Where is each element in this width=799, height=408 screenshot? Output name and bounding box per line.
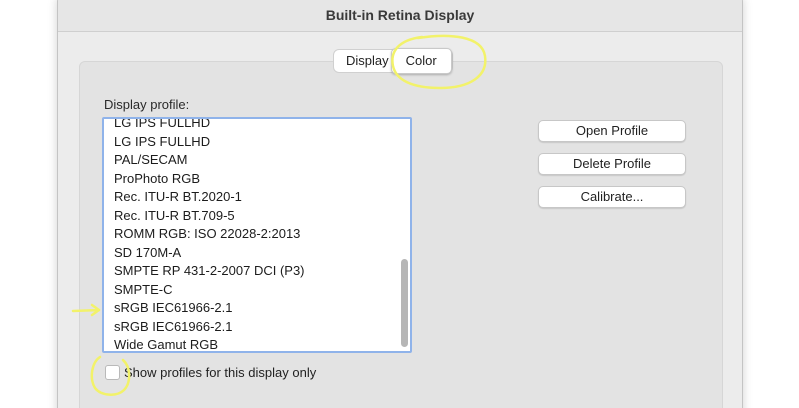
open-profile-button[interactable]: Open Profile <box>538 120 686 142</box>
list-item[interactable]: SMPTE-C <box>104 281 394 300</box>
list-item[interactable]: LG IPS FULLHD <box>104 119 394 133</box>
display-only-checkbox[interactable] <box>105 365 120 380</box>
list-item[interactable]: SD 170M-A <box>104 244 394 263</box>
list-item[interactable]: ProPhoto RGB <box>104 170 394 189</box>
tab-display[interactable]: Display <box>334 50 391 72</box>
screenshot-page: Built-in Retina Display Display Color Di… <box>0 0 799 408</box>
list-item[interactable]: SMPTE RP 431-2-2007 DCI (P3) <box>104 262 394 281</box>
list-scrollbar[interactable] <box>401 259 408 347</box>
tab-color[interactable]: Color <box>390 48 452 74</box>
display-profile-list[interactable]: LG IPS FULLHD LG IPS FULLHD PAL/SECAM Pr… <box>102 117 412 353</box>
list-item[interactable]: Rec. ITU-R BT.709-5 <box>104 207 394 226</box>
tab-control: Display Color <box>333 48 453 74</box>
display-only-checkbox-row[interactable]: Show profiles for this display only <box>105 365 316 380</box>
title-bar: Built-in Retina Display <box>58 0 742 32</box>
list-item[interactable]: Wide Gamut RGB <box>104 336 394 351</box>
window-title: Built-in Retina Display <box>325 7 475 23</box>
list-item[interactable]: sRGB IEC61966-2.1 <box>104 318 394 337</box>
list-item[interactable]: LG IPS FULLHD <box>104 133 394 152</box>
display-only-checkbox-label: Show profiles for this display only <box>124 365 317 380</box>
list-item[interactable]: ROMM RGB: ISO 22028-2:2013 <box>104 225 394 244</box>
list-item[interactable]: Rec. ITU-R BT.2020-1 <box>104 188 394 207</box>
list-item[interactable]: sRGB IEC61966-2.1 <box>104 299 394 318</box>
delete-profile-button[interactable]: Delete Profile <box>538 153 686 175</box>
list-item[interactable]: PAL/SECAM <box>104 151 394 170</box>
display-window: Built-in Retina Display Display Color Di… <box>57 0 743 408</box>
display-profile-label: Display profile: <box>104 97 190 112</box>
calibrate-button[interactable]: Calibrate... <box>538 186 686 208</box>
